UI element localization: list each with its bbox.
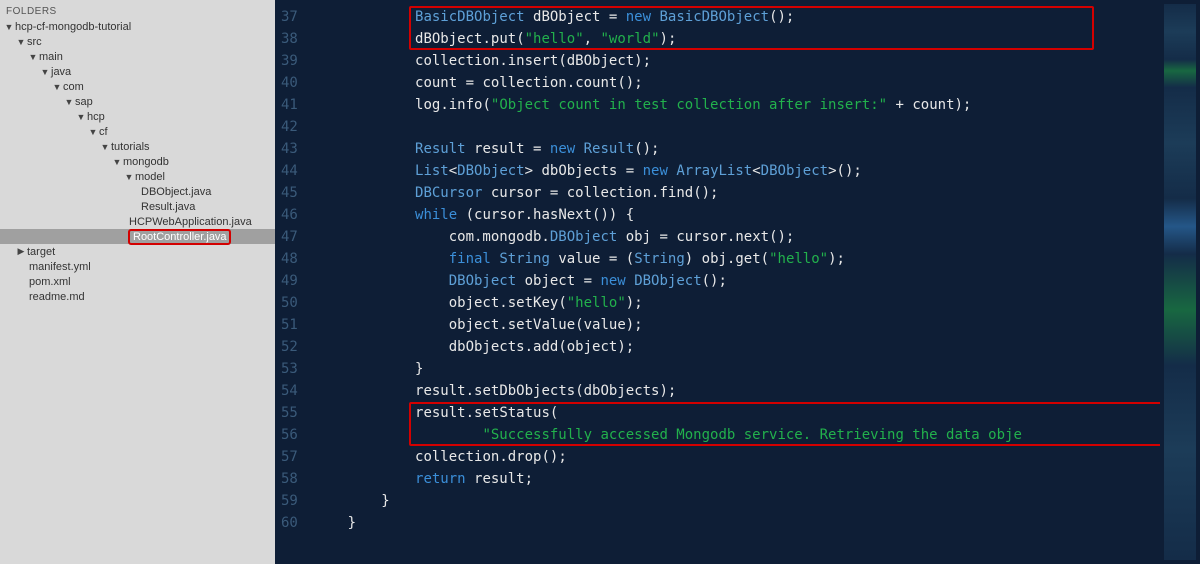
line-number: 38: [281, 28, 298, 50]
line-number: 54: [281, 380, 298, 402]
folder-sidebar: FOLDERS ▼hcp-cf-mongodb-tutorial ▼src ▼m…: [0, 0, 275, 564]
code-line[interactable]: object.setValue(value);: [314, 314, 1160, 336]
tree-file-manifest[interactable]: manifest.yml: [0, 259, 275, 274]
tree-file-hcpweb[interactable]: HCPWebApplication.java: [0, 214, 275, 229]
tree-folder-mongodb[interactable]: ▼mongodb: [0, 154, 275, 169]
line-number: 57: [281, 446, 298, 468]
tree-folder-model[interactable]: ▼model: [0, 169, 275, 184]
line-number: 41: [281, 94, 298, 116]
line-number: 52: [281, 336, 298, 358]
tree-file-dbobject[interactable]: DBObject.java: [0, 184, 275, 199]
tree-folder-cf[interactable]: ▼cf: [0, 124, 275, 139]
code-line[interactable]: BasicDBObject dBObject = new BasicDBObje…: [314, 6, 1160, 28]
chevron-down-icon: ▼: [4, 22, 14, 32]
code-line[interactable]: while (cursor.hasNext()) {: [314, 204, 1160, 226]
line-number: 46: [281, 204, 298, 226]
code-line[interactable]: final String value = (String) obj.get("h…: [314, 248, 1160, 270]
code-line[interactable]: }: [314, 358, 1160, 380]
code-area[interactable]: BasicDBObject dBObject = new BasicDBObje…: [310, 0, 1160, 564]
code-line[interactable]: List<DBObject> dbObjects = new ArrayList…: [314, 160, 1160, 182]
line-number: 47: [281, 226, 298, 248]
code-line[interactable]: result.setStatus(: [314, 402, 1160, 424]
chevron-down-icon: ▼: [52, 82, 62, 92]
line-number: 44: [281, 160, 298, 182]
code-line[interactable]: com.mongodb.DBObject obj = cursor.next()…: [314, 226, 1160, 248]
tree-folder-hcp[interactable]: ▼hcp: [0, 109, 275, 124]
chevron-down-icon: ▼: [88, 127, 98, 137]
chevron-down-icon: ▼: [76, 112, 86, 122]
code-line[interactable]: dBObject.put("hello", "world");: [314, 28, 1160, 50]
line-number: 48: [281, 248, 298, 270]
tree-folder-tutorials[interactable]: ▼tutorials: [0, 139, 275, 154]
line-number: 55: [281, 402, 298, 424]
tree-folder-com[interactable]: ▼com: [0, 79, 275, 94]
chevron-down-icon: ▼: [64, 97, 74, 107]
file-highlight: RootController.java: [128, 229, 231, 245]
line-number: 40: [281, 72, 298, 94]
line-number: 42: [281, 116, 298, 138]
line-number: 37: [281, 6, 298, 28]
line-number: 51: [281, 314, 298, 336]
sidebar-header: FOLDERS: [0, 4, 275, 19]
folder-tree: ▼hcp-cf-mongodb-tutorial ▼src ▼main ▼jav…: [0, 19, 275, 304]
chevron-down-icon: ▼: [100, 142, 110, 152]
code-line[interactable]: DBCursor cursor = collection.find();: [314, 182, 1160, 204]
chevron-down-icon: ▼: [16, 37, 26, 47]
tree-file-result[interactable]: Result.java: [0, 199, 275, 214]
code-line[interactable]: object.setKey("hello");: [314, 292, 1160, 314]
chevron-right-icon: ▶: [16, 246, 26, 257]
line-number: 49: [281, 270, 298, 292]
tree-file-readme[interactable]: readme.md: [0, 289, 275, 304]
tree-folder-target[interactable]: ▶target: [0, 244, 275, 259]
code-line[interactable]: dbObjects.add(object);: [314, 336, 1160, 358]
code-line[interactable]: return result;: [314, 468, 1160, 490]
code-line[interactable]: Result result = new Result();: [314, 138, 1160, 160]
tree-file-rootcontroller[interactable]: RootController.java: [0, 229, 275, 244]
code-editor[interactable]: 3738394041424344454647484950515253545556…: [275, 0, 1200, 564]
line-number: 43: [281, 138, 298, 160]
line-number: 59: [281, 490, 298, 512]
line-number: 60: [281, 512, 298, 534]
code-line[interactable]: collection.drop();: [314, 446, 1160, 468]
line-number: 50: [281, 292, 298, 314]
minimap[interactable]: [1164, 4, 1196, 560]
code-line[interactable]: count = collection.count();: [314, 72, 1160, 94]
code-line[interactable]: result.setDbObjects(dbObjects);: [314, 380, 1160, 402]
tree-folder-sap[interactable]: ▼sap: [0, 94, 275, 109]
chevron-down-icon: ▼: [40, 67, 50, 77]
code-line[interactable]: [314, 116, 1160, 138]
code-line[interactable]: "Successfully accessed Mongodb service. …: [314, 424, 1160, 446]
chevron-down-icon: ▼: [124, 172, 134, 182]
line-number: 58: [281, 468, 298, 490]
tree-folder-java[interactable]: ▼java: [0, 64, 275, 79]
line-number: 56: [281, 424, 298, 446]
chevron-down-icon: ▼: [28, 52, 38, 62]
code-line[interactable]: }: [314, 490, 1160, 512]
line-number: 45: [281, 182, 298, 204]
tree-file-pom[interactable]: pom.xml: [0, 274, 275, 289]
line-number: 53: [281, 358, 298, 380]
chevron-down-icon: ▼: [112, 157, 122, 167]
code-line[interactable]: DBObject object = new DBObject();: [314, 270, 1160, 292]
line-number: 39: [281, 50, 298, 72]
tree-folder-main[interactable]: ▼main: [0, 49, 275, 64]
tree-folder-src[interactable]: ▼src: [0, 34, 275, 49]
line-number-gutter: 3738394041424344454647484950515253545556…: [275, 0, 310, 564]
code-line[interactable]: collection.insert(dBObject);: [314, 50, 1160, 72]
tree-folder-root[interactable]: ▼hcp-cf-mongodb-tutorial: [0, 19, 275, 34]
code-line[interactable]: }: [314, 512, 1160, 534]
code-line[interactable]: log.info("Object count in test collectio…: [314, 94, 1160, 116]
